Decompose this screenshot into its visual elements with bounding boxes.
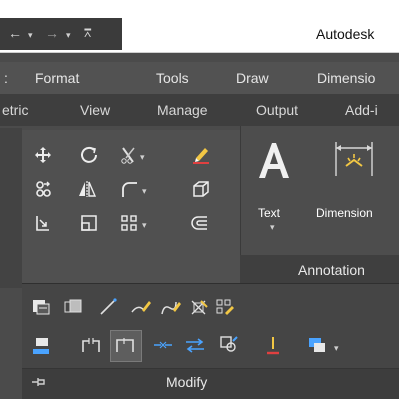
chevron-down-icon[interactable]: ▾ <box>270 222 275 233</box>
customize-dropdown-icon[interactable]: ⩞ <box>84 26 91 41</box>
copy-properties-icon[interactable] <box>218 334 240 356</box>
ribbon-tab-bar: etric View Manage Output Add-i <box>0 94 399 126</box>
array-icon[interactable] <box>118 212 140 234</box>
explode-icon[interactable] <box>188 296 210 318</box>
app-title: Autodesk <box>316 26 375 42</box>
chevron-down-icon[interactable]: ▾ <box>142 220 147 231</box>
tab-view[interactable]: View <box>80 102 110 118</box>
break-at-point-icon[interactable] <box>152 334 174 356</box>
modify-panel-title: Modify <box>166 374 208 390</box>
menu-draw[interactable]: Draw <box>236 70 269 86</box>
overkill-icon[interactable] <box>306 334 328 356</box>
menu-dimension[interactable]: Dimensio <box>317 70 375 86</box>
reverse-icon[interactable] <box>184 334 206 356</box>
dimension-label[interactable]: Dimension <box>316 206 373 220</box>
menu-format[interactable]: Format <box>35 70 79 86</box>
tab-output[interactable]: Output <box>256 102 298 118</box>
tab-parametric[interactable]: etric <box>2 102 28 118</box>
lengthen-icon[interactable] <box>98 296 120 318</box>
ribbon-left-strip <box>0 128 22 288</box>
blend-icon[interactable] <box>262 334 284 356</box>
pencil-edit-icon[interactable] <box>130 296 152 318</box>
align-icon[interactable] <box>30 334 52 356</box>
chevron-down-icon[interactable]: ▾ <box>334 343 339 354</box>
tab-manage[interactable]: Manage <box>157 102 208 118</box>
move-icon[interactable] <box>32 144 54 166</box>
chevron-down-icon[interactable]: ▾ <box>66 30 71 41</box>
tab-addins[interactable]: Add-i <box>345 102 378 118</box>
stretch-icon[interactable] <box>32 212 54 234</box>
quick-access-toolbar: ← ▾ → ▾ ⩞ <box>0 18 122 50</box>
offset-icon[interactable] <box>188 212 210 234</box>
copy-icon[interactable] <box>32 178 54 200</box>
forward-arrow-icon[interactable]: → <box>45 25 59 41</box>
break-icon[interactable] <box>80 334 102 356</box>
modify-panel-title-bar[interactable] <box>22 368 399 399</box>
pin-icon[interactable] <box>30 374 48 390</box>
chevron-down-icon[interactable]: ▾ <box>28 30 33 41</box>
text-label[interactable]: Text <box>258 206 280 220</box>
edit-polyline-icon[interactable] <box>160 296 182 318</box>
erase-icon[interactable] <box>190 144 212 166</box>
scale-icon[interactable] <box>78 212 100 234</box>
draw-order-icon[interactable] <box>30 296 52 318</box>
array-edit-icon[interactable] <box>214 296 236 318</box>
menu-bar: : Format Tools Draw Dimensio <box>0 62 399 94</box>
fillet-icon[interactable] <box>118 178 140 200</box>
dimension-icon[interactable] <box>332 140 376 184</box>
back-arrow-icon[interactable]: ← <box>8 25 22 41</box>
chevron-down-icon[interactable]: ▾ <box>140 152 145 163</box>
annotation-panel-title: Annotation <box>298 262 365 278</box>
join-icon[interactable] <box>114 334 136 356</box>
trim-icon[interactable] <box>118 144 140 166</box>
mirror-icon[interactable] <box>76 178 98 200</box>
chevron-down-icon[interactable]: ▾ <box>142 186 147 197</box>
text-icon[interactable] <box>256 140 292 180</box>
rotate-icon[interactable] <box>78 144 100 166</box>
3d-box-icon[interactable] <box>190 178 212 200</box>
menu-tools[interactable]: Tools <box>156 70 189 86</box>
bring-to-front-icon[interactable] <box>62 296 84 318</box>
